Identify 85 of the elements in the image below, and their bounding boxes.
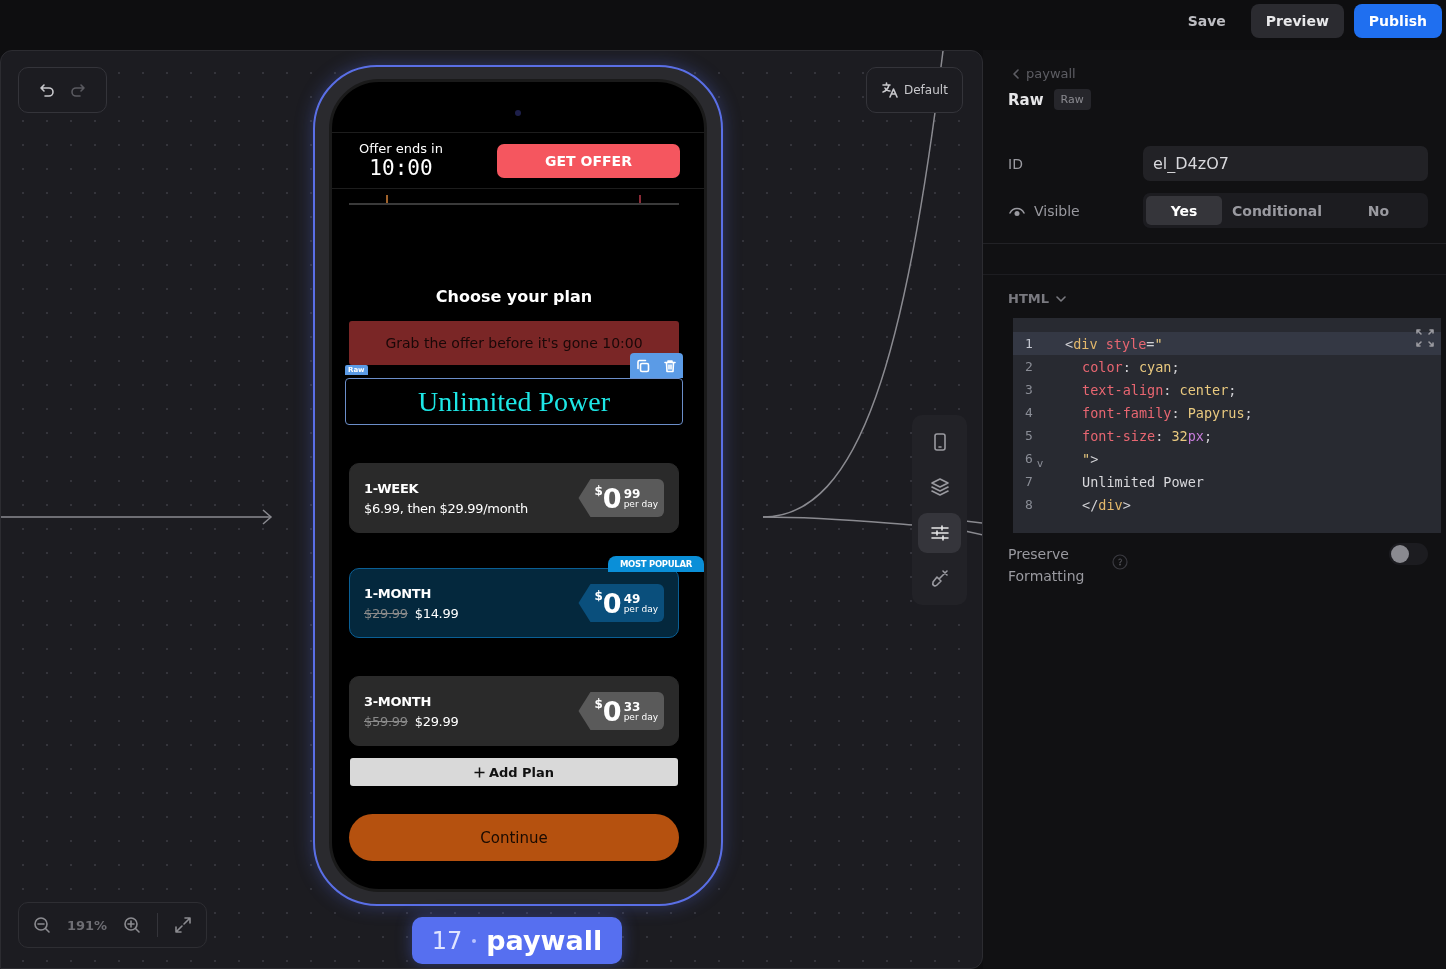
continue-button[interactable]: Continue <box>349 814 679 861</box>
option-label: Preserve Formatting <box>1008 545 1086 586</box>
trash-icon[interactable] <box>662 358 677 373</box>
frame-number: 17 <box>431 926 463 955</box>
code-editor[interactable]: 1 <div style=" 2 color: cyan; 3 text-align: center; 4 font-family: Papyrus; 5 font-size: 32px; 6 v "> 7 Unlimited Power 8 </div> <box>1013 318 1441 533</box>
toggle-switch[interactable] <box>1389 543 1428 565</box>
panel-title: Raw <box>1008 90 1044 109</box>
code-text: Unlimited Power <box>1081 473 1204 490</box>
language-button[interactable]: Default <box>866 67 963 113</box>
custom-text: Unlimited Power <box>417 385 611 418</box>
copy-icon[interactable] <box>636 358 651 373</box>
code-text: text-align: center; <box>1081 381 1237 398</box>
camera-dot <box>515 110 521 116</box>
countdown-timer: 10:00 <box>369 156 433 180</box>
preview-button[interactable]: Preview <box>1250 4 1344 38</box>
redo-icon[interactable] <box>69 81 88 99</box>
chevron-down-icon <box>1055 294 1066 303</box>
id-field[interactable]: el_D4zO7 <box>1143 146 1428 181</box>
plan-price: $6.99, then $29.99/month <box>364 500 529 516</box>
connector-line <box>964 520 982 536</box>
segment-option[interactable]: Yes <box>1146 196 1222 225</box>
field-label: ID <box>1008 155 1024 172</box>
plus-icon <box>473 766 485 778</box>
old-price: $29.99 <box>364 605 408 621</box>
add-plan-button[interactable]: Add Plan <box>350 758 678 786</box>
price-cents: 33 <box>623 700 642 713</box>
zoom-out-icon[interactable] <box>33 916 51 934</box>
popular-badge: MOST POPULAR <box>607 556 704 572</box>
code-text: </div> <box>1081 496 1131 513</box>
expand-icon[interactable] <box>174 916 192 934</box>
sliders-icon <box>929 522 950 543</box>
save-button[interactable]: Save <box>1172 4 1241 38</box>
price-whole: 0 <box>602 484 622 512</box>
field-label: Visible <box>1034 202 1080 219</box>
price-whole: 0 <box>602 697 622 725</box>
segment-option[interactable]: Conditional <box>1226 196 1328 225</box>
frame-name: paywall <box>486 925 603 956</box>
segment-option[interactable]: No <box>1332 196 1425 225</box>
plan-price: $29.99 <box>414 713 459 729</box>
frame-label[interactable]: 17 paywall <box>412 917 622 964</box>
undo-icon[interactable] <box>37 81 56 99</box>
brush-icon <box>929 568 950 589</box>
price-unit: per day <box>623 712 658 722</box>
currency-sign: $ <box>594 697 603 711</box>
layers-icon <box>929 477 950 498</box>
line-number: 2 <box>1025 359 1033 374</box>
line-number: 5 <box>1025 428 1033 443</box>
line-number: 3 <box>1025 382 1033 397</box>
selected-element[interactable]: Unlimited Power <box>345 378 683 425</box>
plan-name: 1-WEEK <box>364 480 420 496</box>
type-badge: Raw <box>1053 89 1091 110</box>
currency-sign: $ <box>594 484 603 498</box>
translate-icon <box>881 81 899 99</box>
code-text: color: cyan; <box>1081 358 1180 375</box>
currency-sign: $ <box>594 589 603 603</box>
publish-button[interactable]: Publish <box>1353 4 1442 38</box>
price-cents: 99 <box>623 487 642 500</box>
plan-name: 1-MONTH <box>364 585 432 601</box>
line-number: 1 <box>1025 336 1033 351</box>
old-price: $59.99 <box>364 713 408 729</box>
heading: Choose your plan <box>434 287 594 306</box>
code-text: font-family: Papyrus; <box>1081 404 1253 421</box>
price-cents: 49 <box>623 592 642 605</box>
offer-banner: Grab the offer before it's gone 10:00 <box>349 321 679 365</box>
fullscreen-icon[interactable] <box>1415 328 1435 348</box>
plan-price: $14.99 <box>414 605 459 621</box>
dot-separator <box>472 938 477 943</box>
price-unit: per day <box>623 499 658 509</box>
zoom-level: 191% <box>66 917 108 933</box>
line-number: 6 <box>1025 451 1033 466</box>
code-text: font-size: 32px; <box>1081 427 1213 444</box>
code-text: "> <box>1081 450 1099 467</box>
zoom-in-icon[interactable] <box>123 916 142 934</box>
line-number: 7 <box>1025 474 1033 489</box>
fold-marker[interactable]: v <box>1036 457 1044 470</box>
line-number: 8 <box>1025 497 1033 512</box>
plan-name: 3-MONTH <box>364 693 432 709</box>
code-text: <div style=" <box>1065 335 1163 352</box>
chevron-left-icon <box>1012 68 1020 79</box>
section-toggle[interactable]: HTML <box>1008 291 1428 306</box>
tool-button[interactable] <box>918 512 961 553</box>
price-unit: per day <box>623 604 658 614</box>
offer-label: Offer ends in <box>359 141 443 156</box>
line-number: 4 <box>1025 405 1033 420</box>
price-whole: 0 <box>602 589 622 617</box>
